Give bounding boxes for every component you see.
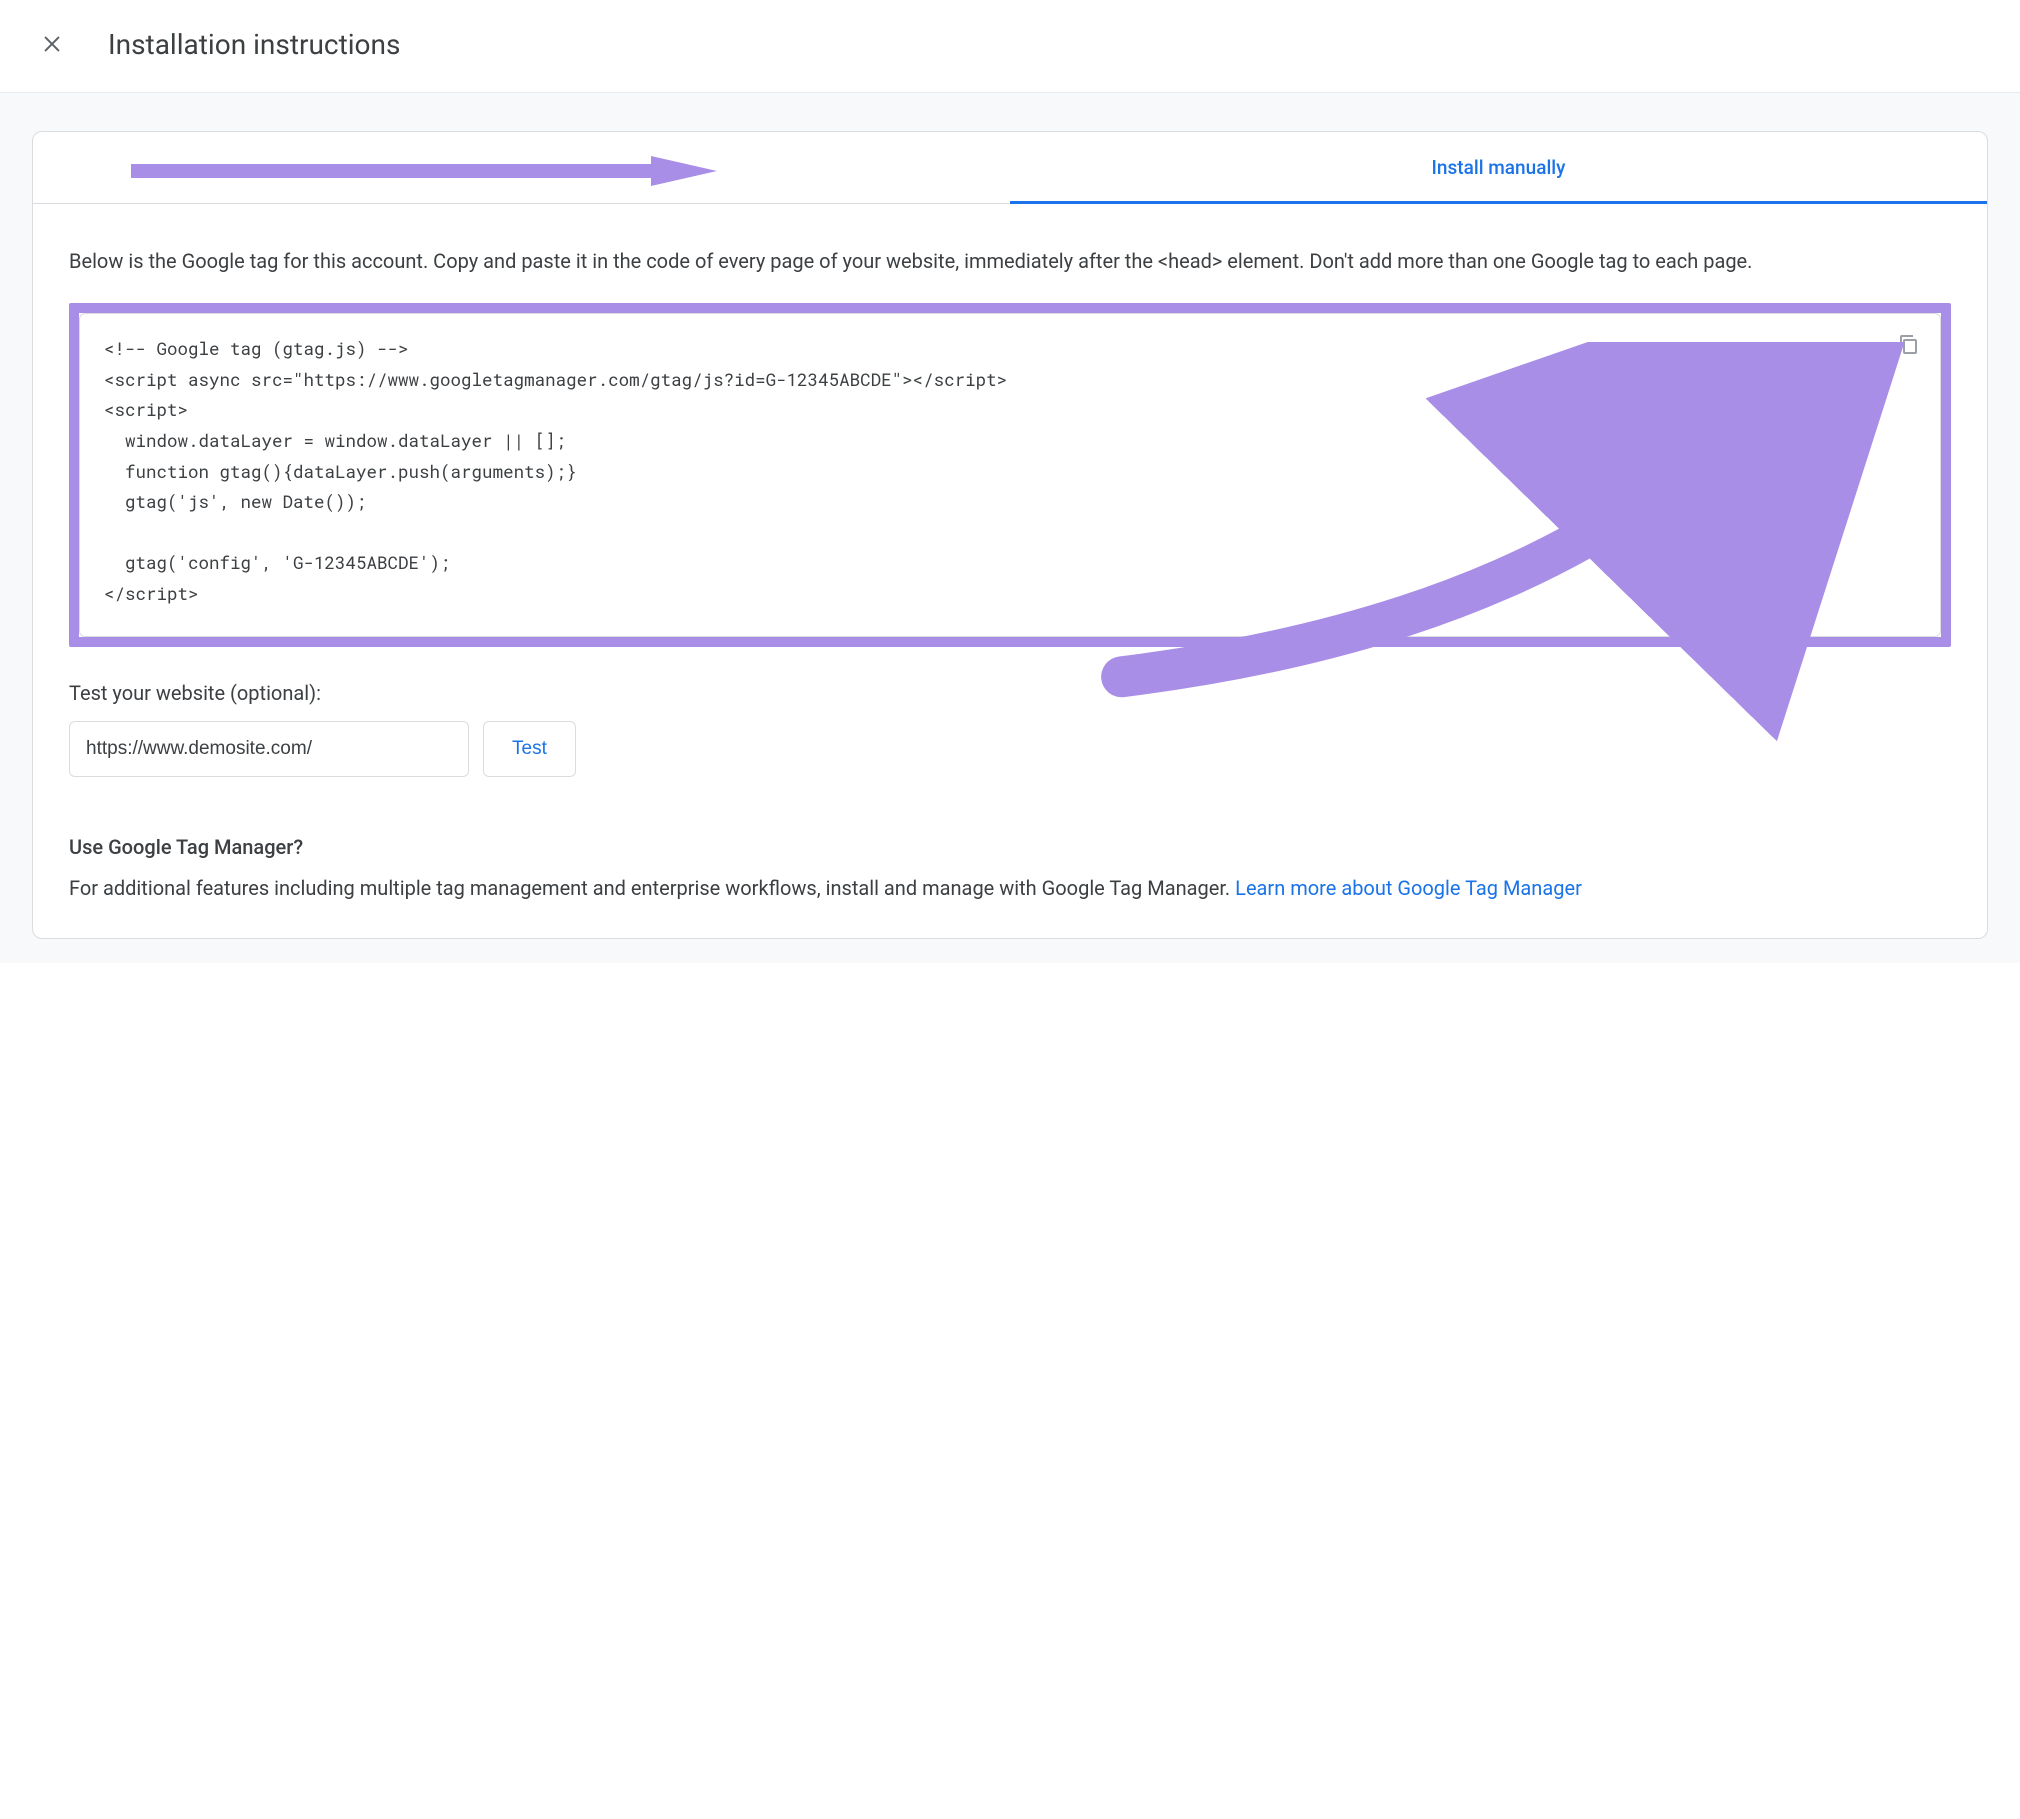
dialog-header: Installation instructions [0,0,2020,93]
code-box: <!-- Google tag (gtag.js) --> <script as… [79,313,1941,637]
tab-active-underline [1010,201,1987,204]
install-card: Install manually Below is the Google tag… [32,131,1988,939]
test-button[interactable]: Test [483,721,576,777]
test-url-input[interactable] [69,721,469,777]
test-row: Test [69,721,1951,777]
intro-text: Below is the Google tag for this account… [69,246,1951,277]
copy-icon [1896,332,1920,356]
tab-label: Install manually [1432,156,1566,179]
code-snippet[interactable]: <!-- Google tag (gtag.js) --> <script as… [104,334,1916,610]
tab-install-manually[interactable]: Install manually [1010,132,1987,203]
dialog-body-canvas: Install manually Below is the Google tag… [0,93,2020,963]
card-body: Below is the Google tag for this account… [33,204,1987,938]
gtm-learn-more-link[interactable]: Learn more about Google Tag Manager [1235,876,1582,900]
tabs-row: Install manually [33,132,1987,204]
code-highlight-frame: <!-- Google tag (gtag.js) --> <script as… [69,303,1951,647]
close-icon [41,33,63,55]
copy-button[interactable] [1888,324,1928,364]
gtm-body-text: For additional features including multip… [69,876,1235,900]
tab-install-cms[interactable] [33,132,1010,203]
gtm-heading: Use Google Tag Manager? [69,835,1951,859]
gtm-body: For additional features including multip… [69,873,1951,904]
dialog-title: Installation instructions [108,28,400,61]
close-button[interactable] [30,22,74,66]
test-label: Test your website (optional): [69,681,1951,705]
